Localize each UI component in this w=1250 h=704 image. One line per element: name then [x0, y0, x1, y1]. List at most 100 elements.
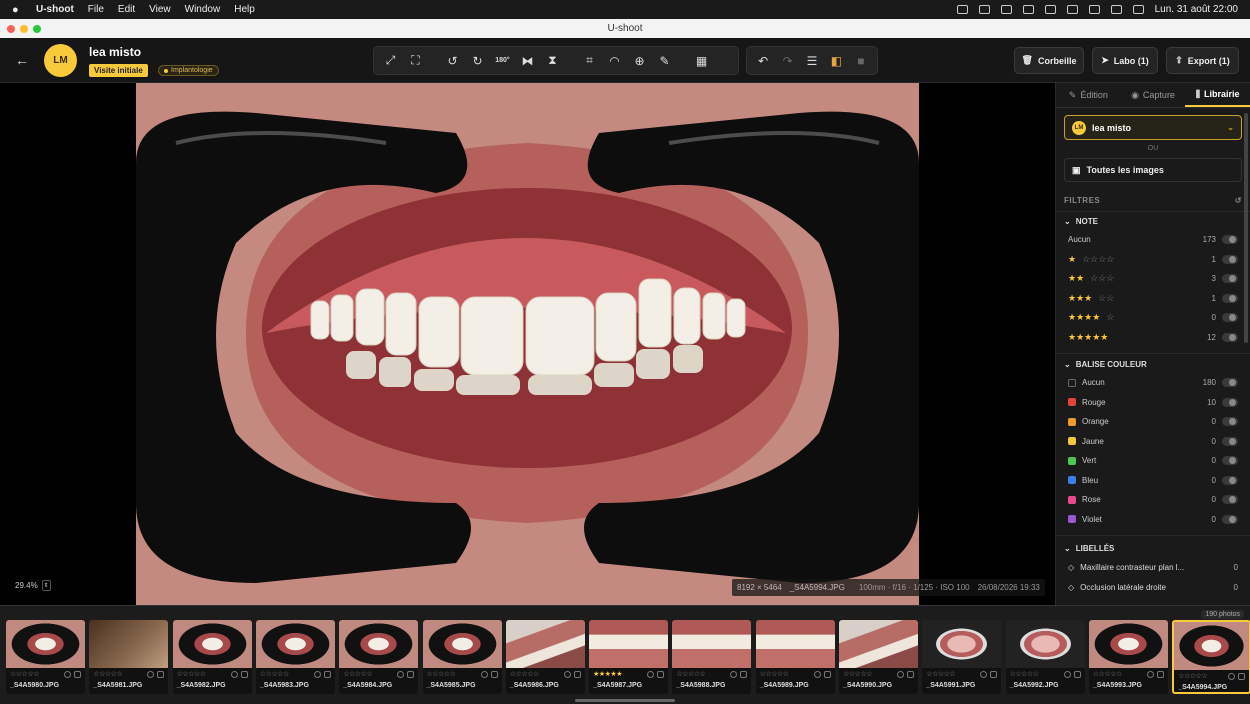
straighten-icon[interactable]: ◠	[602, 48, 627, 73]
filter-toggle[interactable]	[1222, 235, 1238, 245]
filter-toggle[interactable]	[1222, 313, 1238, 323]
info-icon[interactable]	[897, 670, 904, 678]
thumbnail[interactable]: ☆☆☆☆☆ _S4A5993.JPG	[1088, 620, 1168, 694]
thumbnail[interactable]: ☆☆☆☆☆ _S4A5989.JPG	[755, 620, 835, 694]
image-viewer[interactable]: 29.4% ⇕ 8192 × 5464 _S4A5994.JPG 100mm · …	[0, 83, 1055, 605]
rotate-right-icon[interactable]: ↻	[465, 48, 490, 73]
thumbnail-rating-icon[interactable]: ☆☆☆☆☆	[1093, 670, 1122, 678]
tab-edition[interactable]: ✎ Édition	[1056, 83, 1121, 107]
info-icon[interactable]	[647, 670, 655, 678]
thumbnail-rating-icon[interactable]: ☆☆☆☆☆	[760, 670, 789, 678]
note-row-4[interactable]: ★★★★ ☆ 0	[1068, 308, 1238, 328]
info-icon[interactable]	[563, 670, 571, 678]
select-checkbox-icon[interactable]	[74, 670, 81, 678]
patient-select[interactable]: LM lea misto ⌄	[1064, 115, 1242, 140]
select-checkbox-icon[interactable]	[490, 670, 498, 678]
label-row[interactable]: ◇ Maxillaire contrasteur plan l... 0	[1068, 557, 1238, 577]
thumbnail[interactable]: ☆☆☆☆☆ _S4A5981.JPG	[89, 620, 169, 694]
filter-toggle[interactable]	[1222, 436, 1238, 446]
note-row-1[interactable]: ★ ☆☆☆☆ 1	[1068, 250, 1238, 270]
all-images-button[interactable]: ▣ Toutes les images	[1064, 158, 1242, 182]
select-checkbox-icon[interactable]	[407, 670, 415, 678]
select-checkbox-icon[interactable]	[657, 670, 665, 678]
info-icon[interactable]	[147, 670, 155, 678]
adjustments-icon[interactable]: ☰	[800, 48, 824, 73]
tab-capture[interactable]: ◉ Capture	[1121, 83, 1186, 107]
rotate-left-icon[interactable]: ↺	[440, 48, 465, 73]
menu-edit[interactable]: Edit	[118, 4, 135, 15]
thumbnail-rating-icon[interactable]: ☆☆☆☆☆	[510, 670, 539, 678]
back-arrow-icon[interactable]: ←	[15, 52, 29, 68]
thumbnail[interactable]: ☆☆☆☆☆ _S4A5990.JPG	[839, 620, 918, 694]
color-row-7[interactable]: Violet 0	[1068, 510, 1238, 530]
sync-icon[interactable]	[1022, 5, 1034, 14]
info-icon[interactable]	[1063, 670, 1071, 678]
display-icon[interactable]	[978, 5, 990, 14]
select-checkbox-icon[interactable]	[1073, 670, 1081, 678]
labels-section-header[interactable]: ⌄ LIBELLÉS	[1064, 544, 1242, 553]
menu-app[interactable]: U-shoot	[36, 4, 74, 15]
flip-horizontal-icon[interactable]: ⧓	[515, 48, 540, 73]
filter-toggle[interactable]	[1222, 417, 1238, 427]
color-row-3[interactable]: Jaune 0	[1068, 432, 1238, 452]
color-row-6[interactable]: Rose 0	[1068, 490, 1238, 510]
thumbnail[interactable]: ☆☆☆☆☆ _S4A5986.JPG	[505, 620, 585, 694]
filmstrip[interactable]: 190 photos ☆☆☆☆☆ _S4A5980.JPG ☆☆☆☆☆ _S4A598…	[0, 605, 1250, 704]
crop-icon[interactable]: ⌗	[577, 48, 602, 73]
filter-toggle[interactable]	[1222, 495, 1238, 505]
filter-toggle[interactable]	[1222, 514, 1238, 524]
filter-toggle[interactable]	[1222, 332, 1238, 342]
search-icon[interactable]	[1110, 5, 1122, 14]
filter-toggle[interactable]	[1222, 254, 1238, 264]
tab-librairie[interactable]: ⫼ Librairie	[1185, 83, 1250, 107]
undo-icon[interactable]: ↶	[751, 48, 775, 73]
thumbnail[interactable]: ☆☆☆☆☆ _S4A5983.JPG	[255, 620, 335, 694]
color-row-5[interactable]: Bleu 0	[1068, 471, 1238, 491]
battery-icon[interactable]	[1066, 5, 1078, 14]
control-center-icon[interactable]	[1132, 5, 1144, 14]
thumbnail-rating-icon[interactable]: ☆☆☆☆☆	[1178, 672, 1207, 680]
reset-icon[interactable]: ↺	[1235, 196, 1242, 205]
zoom-window-icon[interactable]	[33, 25, 41, 33]
select-checkbox-icon[interactable]	[1238, 672, 1246, 680]
filter-toggle[interactable]	[1222, 293, 1238, 303]
note-row-5[interactable]: ★★★★★ 12	[1068, 328, 1238, 348]
info-icon[interactable]	[313, 670, 321, 678]
info-icon[interactable]	[397, 670, 405, 678]
info-icon[interactable]	[230, 670, 238, 678]
thumbnail-rating-icon[interactable]: ☆☆☆☆☆	[1010, 670, 1039, 678]
redo-icon[interactable]: ↷	[775, 48, 799, 73]
note-section-header[interactable]: ⌄ NOTE	[1064, 217, 1242, 226]
menu-window[interactable]: Window	[185, 4, 221, 15]
wifi-icon[interactable]	[1088, 5, 1100, 14]
note-row-2[interactable]: ★★ ☆☆☆ 3	[1068, 269, 1238, 289]
color-row-0[interactable]: Aucun 180	[1068, 373, 1238, 393]
thumbnail[interactable]: ★★★★★ _S4A5987.JPG	[589, 620, 669, 694]
flip-vertical-icon[interactable]: ⧗	[540, 48, 565, 73]
info-icon[interactable]	[813, 670, 821, 678]
thumbnail[interactable]: ☆☆☆☆☆ _S4A5994.JPG	[1172, 620, 1250, 694]
thumbnail[interactable]: ☆☆☆☆☆ _S4A5992.JPG	[1005, 620, 1085, 694]
info-icon[interactable]	[480, 670, 488, 678]
select-checkbox-icon[interactable]	[823, 670, 831, 678]
label-row[interactable]: ◇ Occlusion latérale droite 0	[1068, 577, 1238, 597]
status-icon[interactable]	[956, 5, 968, 14]
main-photo[interactable]	[136, 83, 919, 605]
menu-help[interactable]: Help	[234, 4, 255, 15]
filter-toggle[interactable]	[1222, 274, 1238, 284]
filter-toggle[interactable]	[1222, 378, 1238, 388]
draw-icon[interactable]: ✎	[652, 48, 677, 73]
thumbnail-rating-icon[interactable]: ☆☆☆☆☆	[10, 670, 39, 678]
airdrop-icon[interactable]	[1044, 5, 1056, 14]
select-checkbox-icon[interactable]	[740, 670, 748, 678]
grid-icon[interactable]: ▦	[689, 48, 714, 73]
dropbox-icon[interactable]	[1000, 5, 1012, 14]
thumbnail[interactable]: ☆☆☆☆☆ _S4A5988.JPG	[672, 620, 752, 694]
filter-toggle[interactable]	[1222, 475, 1238, 485]
select-checkbox-icon[interactable]	[240, 670, 248, 678]
export-button[interactable]: ⇪ Export (1)	[1166, 47, 1239, 74]
minimize-icon[interactable]	[20, 25, 28, 33]
apple-icon[interactable]: ●	[12, 4, 28, 16]
info-icon[interactable]	[1228, 672, 1236, 680]
select-checkbox-icon[interactable]	[990, 670, 998, 678]
